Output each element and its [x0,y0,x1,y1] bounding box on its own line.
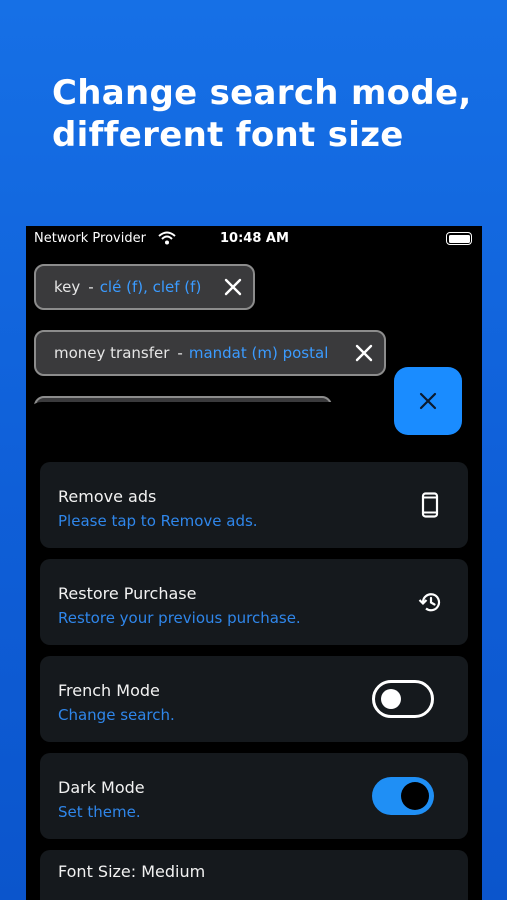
entry-translation: clé (f), clef (f) [99,278,202,296]
restore-purchase-title: Restore Purchase [58,584,197,603]
entry-translation: mandat (m) postal [188,344,329,362]
phone-icon [421,492,439,518]
carrier-label: Network Provider [34,231,146,246]
french-mode-title: French Mode [58,681,160,700]
remove-entry-icon[interactable] [354,343,374,363]
entry-term: money transfer [54,344,170,362]
history-icon [418,593,441,612]
promo-headline: Change search mode, different font size [52,72,492,156]
entry-chip[interactable]: key - clé (f), clef (f) [34,264,255,310]
settings-sheet: Remove ads Please tap to Remove ads. Res… [26,402,482,900]
font-size-card[interactable]: Font Size: Medium [40,850,468,900]
entry-chip[interactable]: money transfer - mandat (m) postal [34,330,386,376]
entry-separator: - [177,344,183,362]
french-mode-subtitle: Change search. [58,706,175,724]
close-settings-button[interactable] [394,367,462,435]
remove-ads-subtitle: Please tap to Remove ads. [58,512,258,530]
dark-mode-card: Dark Mode Set theme. [40,753,468,839]
battery-icon [446,232,472,245]
entry-separator: - [88,278,94,296]
phone-screen: Network Provider 10:48 AM key - clé (f),… [26,226,482,900]
dark-mode-subtitle: Set theme. [58,803,141,821]
restore-purchase-subtitle: Restore your previous purchase. [58,609,301,627]
headline-line-1: Change search mode, [52,73,472,113]
remove-ads-title: Remove ads [58,487,157,506]
entry-term: key [54,278,81,296]
toggle-knob [401,782,429,810]
close-icon [419,392,437,410]
remove-entry-icon[interactable] [223,277,243,297]
status-bar: Network Provider 10:48 AM [26,226,482,252]
status-time: 10:48 AM [220,231,289,246]
dark-mode-toggle[interactable] [372,777,434,815]
remove-ads-card[interactable]: Remove ads Please tap to Remove ads. [40,462,468,548]
french-mode-toggle[interactable] [372,680,434,718]
dark-mode-title: Dark Mode [58,778,145,797]
toggle-knob [381,689,401,709]
french-mode-card: French Mode Change search. [40,656,468,742]
headline-line-2: different font size [52,115,404,155]
wifi-icon [158,231,176,245]
restore-purchase-card[interactable]: Restore Purchase Restore your previous p… [40,559,468,645]
font-size-title: Font Size: Medium [58,862,206,881]
